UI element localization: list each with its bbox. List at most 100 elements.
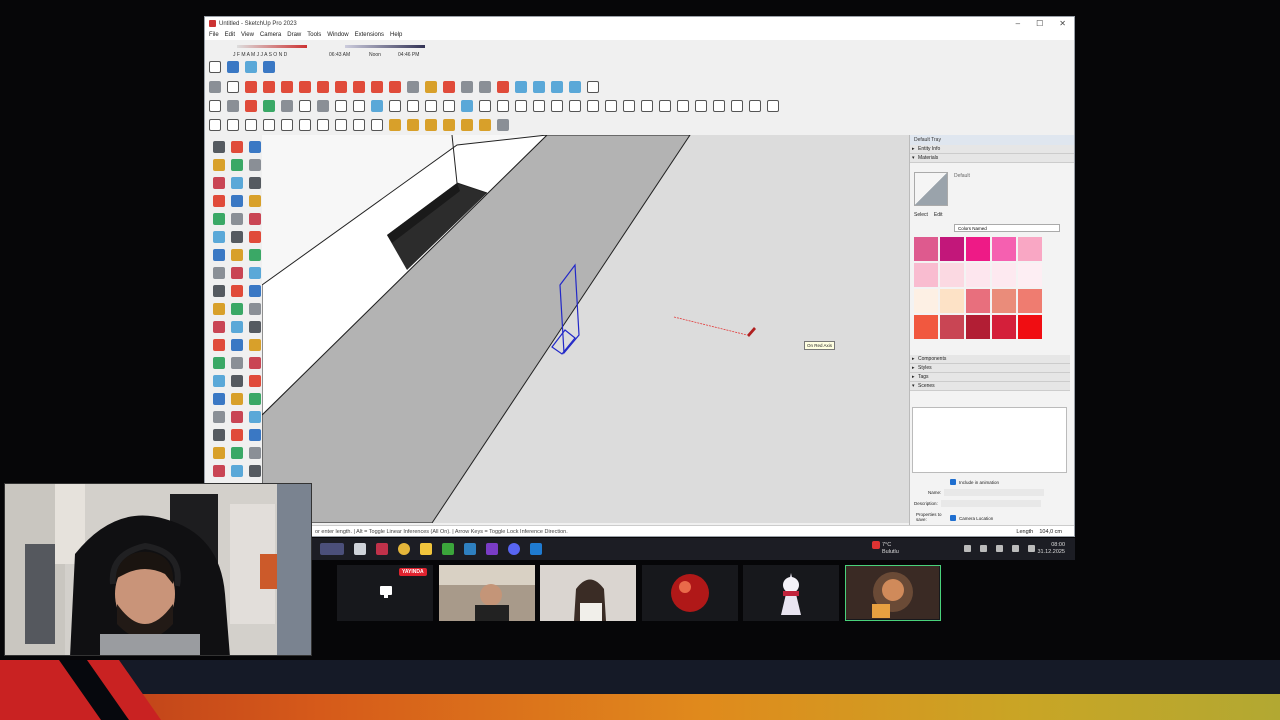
- walk-icon[interactable]: [245, 119, 257, 131]
- grid-icon[interactable]: [299, 119, 311, 131]
- section-plane-icon[interactable]: [551, 100, 563, 112]
- steam-icon[interactable]: [464, 543, 476, 555]
- components-section[interactable]: Components: [910, 355, 1070, 364]
- top-view-icon[interactable]: [245, 61, 257, 73]
- text-icon[interactable]: [407, 119, 419, 131]
- settings-gear-icon[interactable]: [227, 100, 239, 112]
- solid-intersect-icon[interactable]: [461, 100, 473, 112]
- material-swatch[interactable]: [940, 315, 964, 339]
- layers-icon[interactable]: [335, 119, 347, 131]
- text-tool-icon[interactable]: [249, 447, 261, 459]
- freehand-tool-icon[interactable]: [231, 159, 243, 171]
- shade-icon[interactable]: [299, 100, 311, 112]
- rotate-icon[interactable]: [371, 81, 383, 93]
- dimension-tool-icon[interactable]: [213, 249, 225, 261]
- app-pinned-icon[interactable]: [376, 543, 388, 555]
- offset-tool-icon[interactable]: [231, 429, 243, 441]
- warehouse-icon[interactable]: [515, 81, 527, 93]
- look-around-icon[interactable]: [227, 119, 239, 131]
- search-icon[interactable]: [209, 81, 221, 93]
- edit-tab[interactable]: Edit: [934, 212, 943, 218]
- sandbox-icon[interactable]: [479, 100, 491, 112]
- material-swatch[interactable]: [992, 263, 1016, 287]
- share-icon[interactable]: [371, 100, 383, 112]
- rotate-tool-icon[interactable]: [249, 411, 261, 423]
- hidden-line-icon[interactable]: [605, 100, 617, 112]
- extension-warehouse-icon[interactable]: [533, 81, 545, 93]
- styles-section[interactable]: Styles: [910, 364, 1070, 373]
- menu-view[interactable]: View: [241, 32, 254, 38]
- left-icon[interactable]: [749, 100, 761, 112]
- task-view-icon[interactable]: [354, 543, 366, 555]
- close-button[interactable]: ✕: [1059, 19, 1066, 28]
- menu-tools[interactable]: Tools: [307, 32, 321, 38]
- line-icon[interactable]: [407, 100, 419, 112]
- protractor-tool-icon[interactable]: [231, 447, 243, 459]
- circle-tool-icon[interactable]: [231, 375, 243, 387]
- line-tool-icon[interactable]: [263, 81, 275, 93]
- refresh-icon[interactable]: [281, 119, 293, 131]
- protractor-icon[interactable]: [443, 119, 455, 131]
- volume-icon[interactable]: [1012, 545, 1019, 552]
- back-icon[interactable]: [731, 100, 743, 112]
- camera-location-checkbox[interactable]: [950, 515, 956, 521]
- obs-icon[interactable]: [486, 543, 498, 555]
- zoom-tool-icon[interactable]: [249, 285, 261, 297]
- pan-icon[interactable]: [461, 81, 473, 93]
- arc-tool-icon[interactable]: [213, 393, 225, 405]
- material-swatch[interactable]: [914, 289, 938, 313]
- frame-icon[interactable]: [317, 119, 329, 131]
- scenes-list[interactable]: [912, 407, 1067, 473]
- protractor-tool-icon[interactable]: [231, 249, 243, 261]
- position-camera-tool-icon[interactable]: [213, 321, 225, 333]
- material-swatch[interactable]: [940, 263, 964, 287]
- menu-edit[interactable]: Edit: [225, 32, 235, 38]
- material-swatch[interactable]: [966, 263, 990, 287]
- maximize-button[interactable]: ☐: [1036, 19, 1043, 28]
- terrain-icon[interactable]: [497, 100, 509, 112]
- material-swatch[interactable]: [914, 315, 938, 339]
- shaded-icon[interactable]: [623, 100, 635, 112]
- move-icon[interactable]: [353, 81, 365, 93]
- material-swatch[interactable]: [1018, 263, 1042, 287]
- include-animation-checkbox[interactable]: [950, 479, 956, 485]
- pie-tool-icon[interactable]: [231, 195, 243, 207]
- rotated-rect-tool-icon[interactable]: [213, 177, 225, 189]
- walk-tool-icon[interactable]: [231, 321, 243, 333]
- cloud-upload-icon[interactable]: [335, 100, 347, 112]
- 3d-text-tool-icon[interactable]: [231, 465, 243, 477]
- xbox-icon[interactable]: [442, 543, 454, 555]
- rectangle-tool-icon[interactable]: [249, 159, 261, 171]
- hemisphere-icon[interactable]: [317, 100, 329, 112]
- material-swatch[interactable]: [966, 289, 990, 313]
- orbit-icon[interactable]: [209, 61, 221, 73]
- polygon-tool-icon[interactable]: [249, 375, 261, 387]
- shadow-months[interactable]: J F M A M J J A S O N D: [233, 52, 287, 58]
- rotate-tool-icon[interactable]: [249, 213, 261, 225]
- participant-tile-5-speaking[interactable]: [845, 565, 941, 621]
- sun-icon[interactable]: [461, 119, 473, 131]
- select-tab[interactable]: Select: [914, 212, 928, 218]
- zoom-icon[interactable]: [479, 81, 491, 93]
- weather-widget[interactable]: 7°C Bulutlu: [882, 542, 899, 556]
- material-swatch[interactable]: [1018, 289, 1042, 313]
- scale-tool-icon[interactable]: [213, 231, 225, 243]
- push-pull-icon[interactable]: [317, 81, 329, 93]
- material-swatch[interactable]: [1018, 315, 1042, 339]
- menu-help[interactable]: Help: [390, 32, 402, 38]
- material-swatch[interactable]: [966, 237, 990, 261]
- drape-icon[interactable]: [515, 100, 527, 112]
- material-swatch[interactable]: [1018, 237, 1042, 261]
- network-icon[interactable]: [996, 545, 1003, 552]
- taskbar-clock[interactable]: 08:00 31.12.2025: [1037, 542, 1065, 556]
- menu-camera[interactable]: Camera: [260, 32, 281, 38]
- follow-me-tool-icon[interactable]: [213, 411, 225, 423]
- material-swatch[interactable]: [940, 289, 964, 313]
- wireframe-icon[interactable]: [587, 100, 599, 112]
- arc-tool-icon[interactable]: [213, 195, 225, 207]
- tags-section[interactable]: Tags: [910, 373, 1070, 382]
- fog-icon[interactable]: [479, 119, 491, 131]
- paint-tool-icon[interactable]: [231, 141, 243, 153]
- rotated-rect-tool-icon[interactable]: [213, 375, 225, 387]
- box-view-icon[interactable]: [569, 100, 581, 112]
